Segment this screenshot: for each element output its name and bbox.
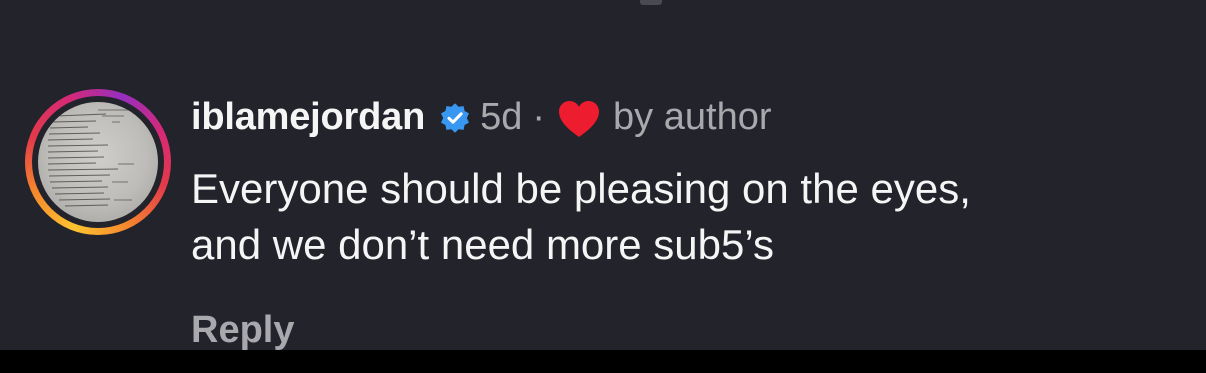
username-link[interactable]: iblamejordan: [191, 96, 425, 139]
handwritten-note-image: [47, 109, 134, 207]
verified-badge-icon: [438, 101, 472, 135]
avatar-story-ring[interactable]: [25, 89, 171, 235]
comment-screen: iblamejordan 5d · by author Everyone sho…: [0, 0, 1206, 350]
avatar[interactable]: [38, 102, 158, 222]
previous-content-cutoff: [0, 0, 1206, 8]
comment-text: Everyone should be pleasing on the eyes,…: [191, 165, 971, 268]
comment-timestamp: 5d: [480, 95, 523, 138]
comment-header: iblamejordan 5d · by author: [191, 92, 772, 142]
liked-by-author-label: by author: [613, 95, 772, 138]
reply-button[interactable]: Reply: [191, 305, 294, 350]
heart-icon: [557, 99, 601, 139]
separator-dot: ·: [532, 95, 546, 138]
